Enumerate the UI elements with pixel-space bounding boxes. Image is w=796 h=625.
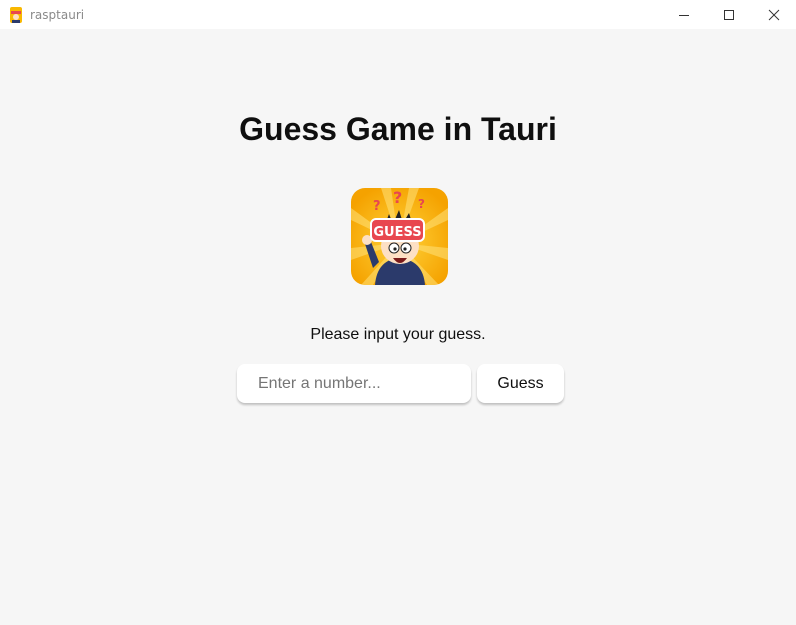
guess-logo: ? ? ? GUESS bbox=[351, 188, 448, 285]
guess-prompt: Please input your guess. bbox=[310, 326, 486, 343]
svg-text:?: ? bbox=[418, 197, 425, 211]
app-icon bbox=[10, 6, 22, 23]
maximize-button[interactable] bbox=[706, 0, 751, 29]
main-content: Guess Game in Tauri ? ? ? GUESS Please i… bbox=[0, 29, 796, 625]
minimize-button[interactable] bbox=[661, 0, 706, 29]
maximize-icon bbox=[723, 9, 734, 20]
minimize-icon bbox=[678, 14, 689, 16]
guess-button[interactable]: Guess bbox=[477, 364, 564, 403]
app-window: rasptauri Guess Game in Tauri ? ? ? GUES… bbox=[0, 0, 796, 625]
logo-sign-text: GUESS bbox=[373, 225, 421, 240]
window-controls bbox=[661, 0, 796, 29]
page-title: Guess Game in Tauri bbox=[239, 111, 557, 147]
title-bar[interactable]: rasptauri bbox=[0, 0, 796, 29]
close-button[interactable] bbox=[751, 0, 796, 29]
window-title: rasptauri bbox=[30, 7, 85, 22]
guess-number-input[interactable] bbox=[237, 364, 471, 403]
close-icon bbox=[768, 9, 779, 20]
svg-text:?: ? bbox=[393, 188, 402, 207]
svg-text:?: ? bbox=[373, 199, 381, 214]
